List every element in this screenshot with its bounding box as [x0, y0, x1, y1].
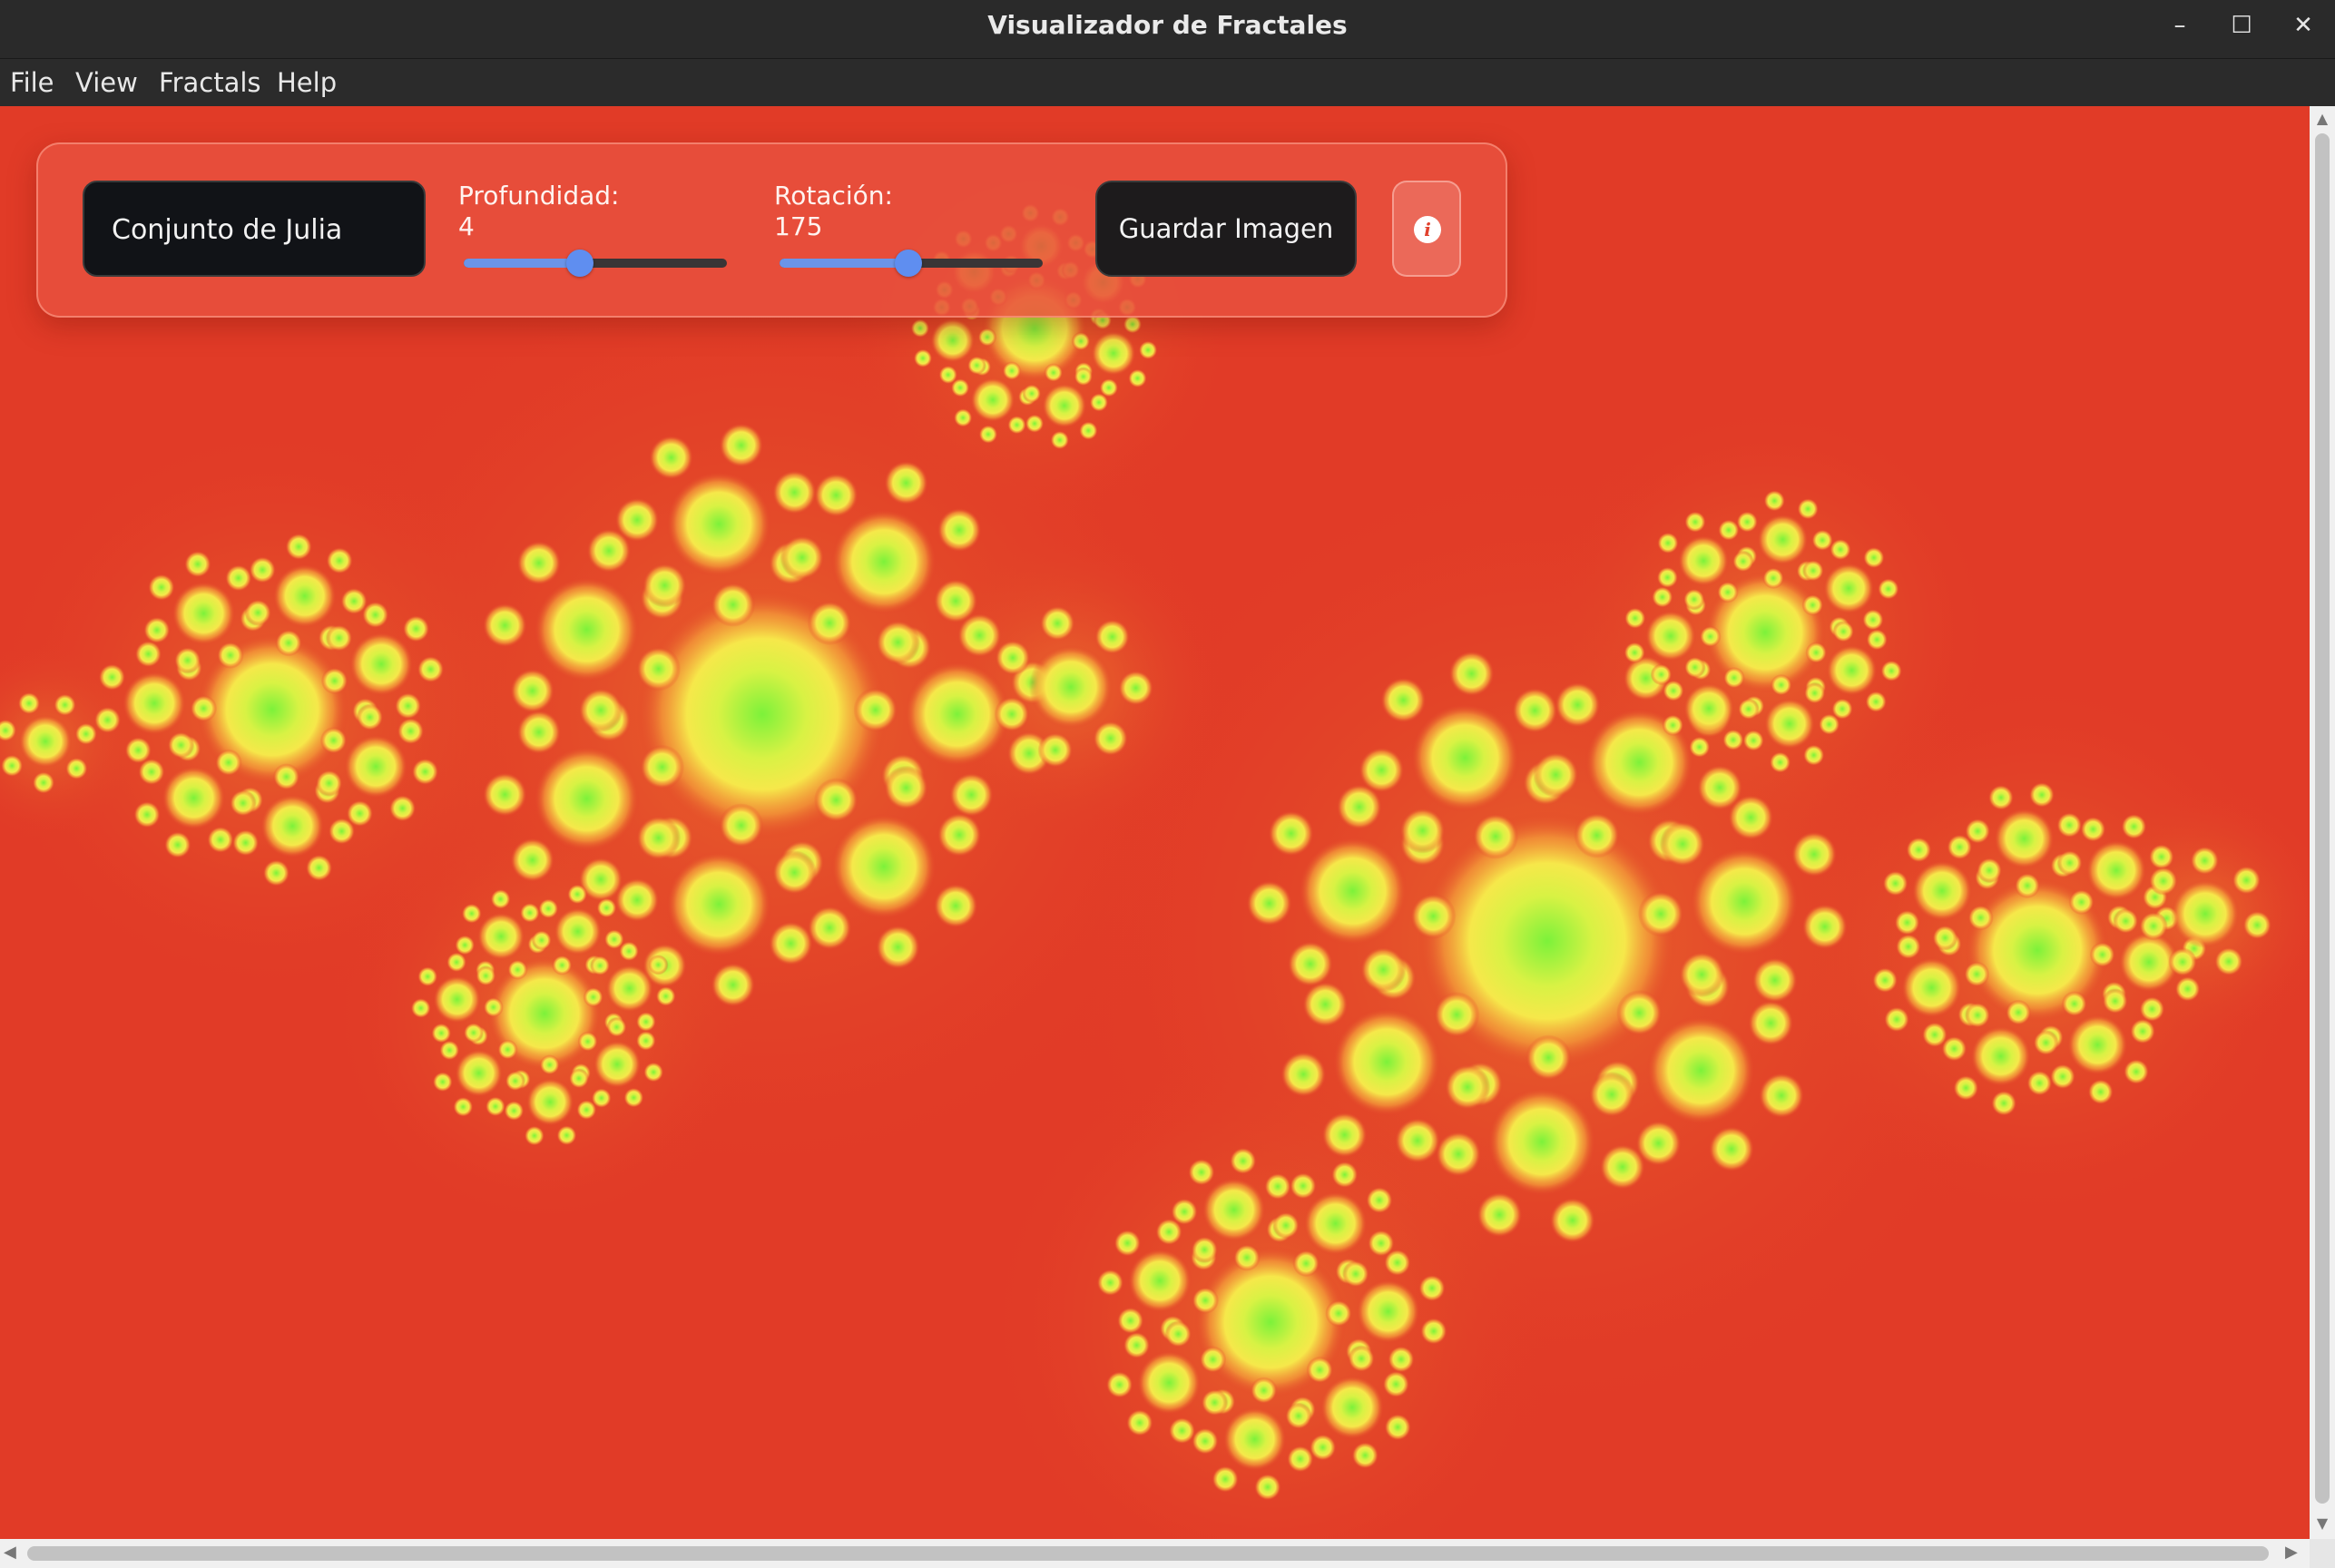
info-icon: i: [1414, 216, 1441, 243]
menu-fractals[interactable]: Fractals: [159, 59, 261, 106]
menu-file[interactable]: File: [10, 59, 54, 106]
julia-set-render: [0, 106, 2310, 1539]
control-panel: Conjunto de Julia Profundidad: 4 Rotació…: [36, 142, 1507, 318]
scroll-up-icon[interactable]: ▲: [2310, 110, 2335, 127]
fractal-canvas[interactable]: [0, 106, 2310, 1539]
info-button[interactable]: i: [1392, 181, 1461, 277]
rotation-slider-fill: [780, 259, 909, 268]
depth-slider[interactable]: [464, 250, 727, 277]
scroll-left-icon[interactable]: ◀: [4, 1543, 16, 1564]
save-image-button[interactable]: Guardar Imagen: [1095, 181, 1357, 277]
scrollbar-corner: [2310, 1539, 2335, 1568]
rotation-slider-handle[interactable]: [895, 250, 923, 277]
maximize-icon[interactable]: ☐: [2216, 5, 2267, 45]
minimize-icon[interactable]: –: [2154, 5, 2205, 45]
rotation-value: 175: [774, 211, 823, 241]
menu-view[interactable]: View: [75, 59, 138, 106]
vertical-scroll-thumb[interactable]: [2315, 133, 2330, 1504]
depth-slider-fill: [464, 259, 580, 268]
rotation-slider[interactable]: [780, 250, 1043, 277]
depth-value: 4: [458, 211, 475, 241]
horizontal-scrollbar[interactable]: ◀ ▶: [0, 1539, 2310, 1568]
title-bar: Visualizador de Fractales – ☐ ✕: [0, 0, 2335, 59]
rotation-slider-group: Rotación: 175: [774, 181, 1046, 280]
depth-slider-group: Profundidad: 4: [458, 181, 731, 280]
vertical-scrollbar[interactable]: ▲ ▼: [2310, 106, 2335, 1539]
horizontal-scroll-thumb[interactable]: [27, 1546, 2269, 1561]
close-icon[interactable]: ✕: [2278, 5, 2329, 45]
scroll-down-icon[interactable]: ▼: [2310, 1514, 2335, 1532]
window-title: Visualizador de Fractales: [987, 10, 1348, 40]
menu-bar: File View Fractals Help: [0, 59, 2335, 106]
fractal-type-select[interactable]: Conjunto de Julia: [83, 181, 426, 277]
depth-slider-handle[interactable]: [565, 250, 594, 277]
scroll-right-icon[interactable]: ▶: [2285, 1543, 2298, 1564]
menu-help[interactable]: Help: [277, 59, 337, 106]
depth-label: Profundidad:: [458, 181, 620, 211]
rotation-label: Rotación:: [774, 181, 893, 211]
